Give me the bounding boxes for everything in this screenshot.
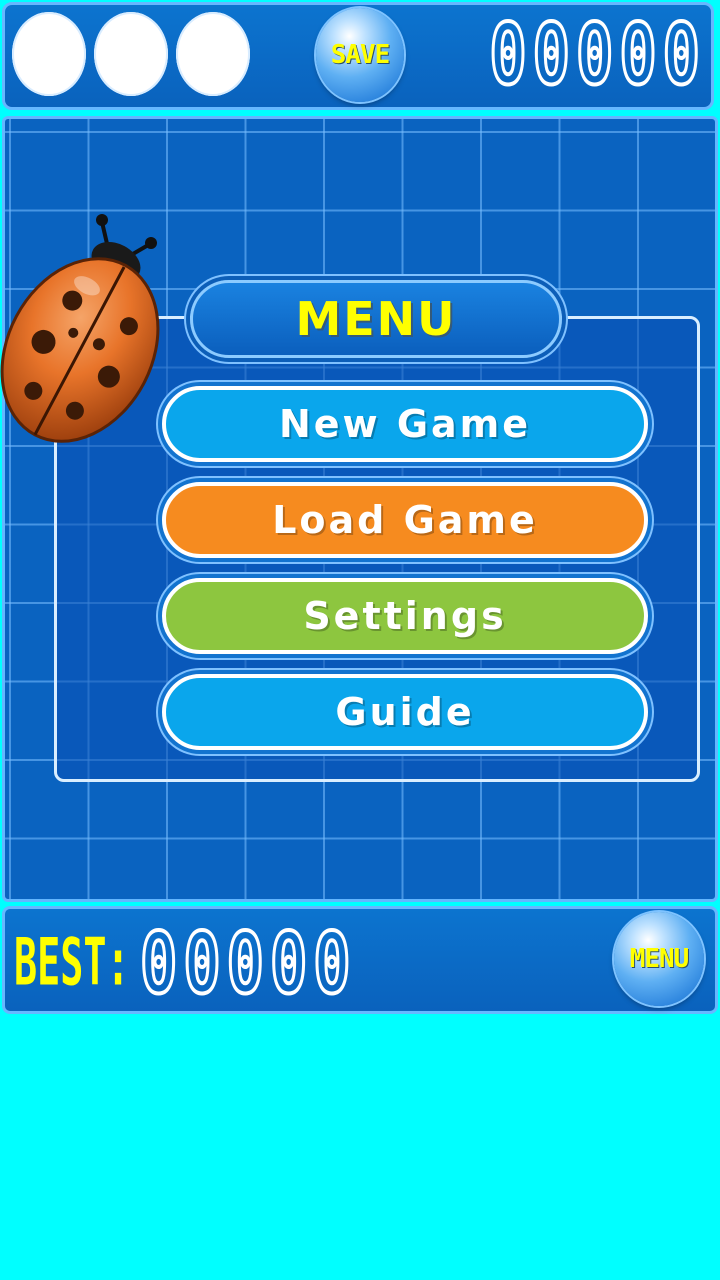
- settings-button[interactable]: Settings: [162, 578, 648, 654]
- save-button[interactable]: SAVE: [316, 8, 404, 102]
- best-score-display: 00000: [139, 912, 357, 1015]
- menu-button[interactable]: MENU: [614, 912, 704, 1006]
- new-game-label: New Game: [278, 402, 532, 446]
- save-button-label: SAVE: [330, 40, 391, 70]
- best-score-value: 00000: [139, 912, 357, 1015]
- game-screen: SAVE 00000 MENU New Game Load Game Setti…: [0, 0, 720, 1280]
- load-game-button[interactable]: Load Game: [162, 482, 648, 558]
- menu-title: MENU: [295, 292, 457, 346]
- life-slot-3: [176, 12, 250, 96]
- life-slot-1: [12, 12, 86, 96]
- menu-title-banner: MENU: [190, 280, 562, 358]
- ladybug-icon: [0, 214, 160, 443]
- menu-button-label: MENU: [629, 944, 690, 974]
- settings-label: Settings: [303, 594, 507, 638]
- best-label: BEST:: [14, 925, 130, 1001]
- guide-label: Guide: [335, 690, 475, 734]
- score-display: 00000: [488, 3, 706, 106]
- guide-button[interactable]: Guide: [162, 674, 648, 750]
- score-value: 00000: [488, 3, 706, 106]
- new-game-button[interactable]: New Game: [162, 386, 648, 462]
- load-game-label: Load Game: [272, 498, 538, 542]
- life-slot-2: [94, 12, 168, 96]
